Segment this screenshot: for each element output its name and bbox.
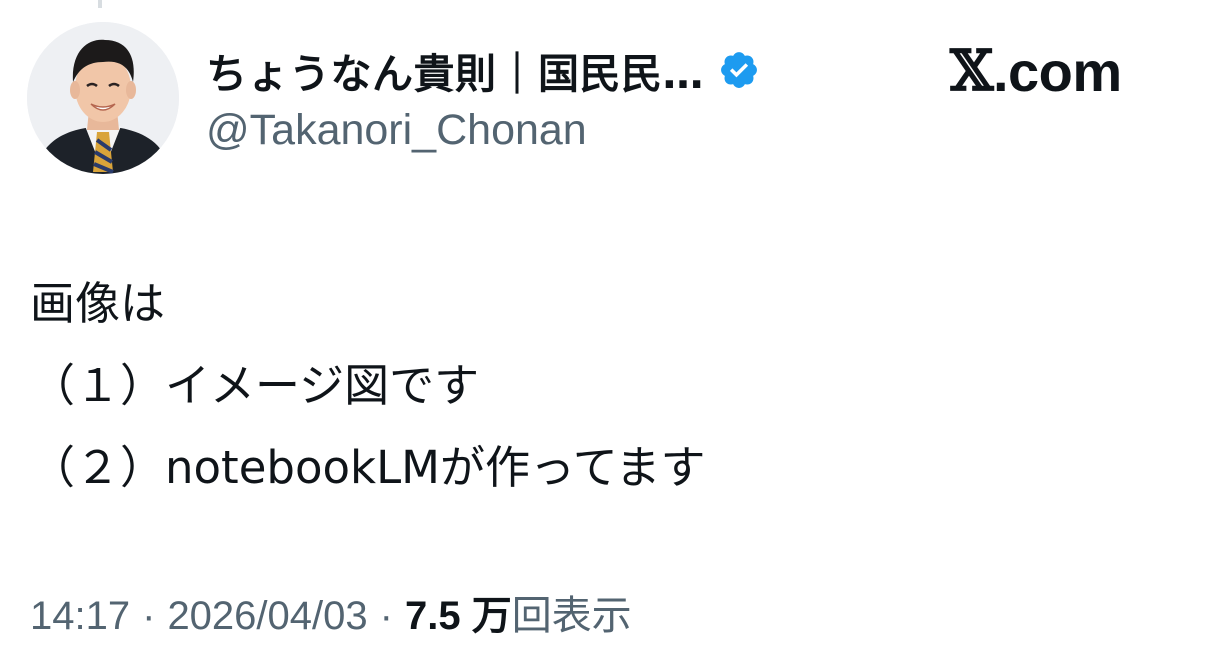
tweet-line: 画像は xyxy=(30,277,166,330)
tweet-line: （２）notebookLMが作ってます xyxy=(30,441,706,494)
author-name-row[interactable]: ちょうなん貴則｜国民民… xyxy=(206,40,760,100)
tweet-line: （１）イメージ図です xyxy=(30,359,480,412)
tweet-metadata: 14:17 · 2026/04/03 · 7.5 万 回表示 xyxy=(30,583,632,641)
author-avatar[interactable] xyxy=(27,22,179,174)
views-count: 7.5 万 xyxy=(404,594,512,638)
tweet-time[interactable]: 14:17 xyxy=(30,594,130,639)
top-edge-artifact xyxy=(98,0,102,8)
tweet-text: 画像は （１）イメージ図です （２）notebookLMが作ってます xyxy=(30,263,705,509)
brand-domain: .com xyxy=(992,39,1122,103)
profile-photo-avatar xyxy=(27,22,179,174)
verified-badge-icon xyxy=(718,49,760,91)
views-label: 回表示 xyxy=(511,593,632,639)
author-handle[interactable]: @Takanori_Chonan xyxy=(206,106,587,155)
separator-dot: · xyxy=(142,594,156,638)
author-display-name[interactable]: ちょうなん貴則｜国民民… xyxy=(206,40,704,100)
tweet-date[interactable]: 2026/04/03 xyxy=(167,594,367,639)
x-com-logo: 𝕏 .com xyxy=(950,38,1122,104)
x-logo-icon: 𝕏 xyxy=(950,38,993,104)
separator-dot: · xyxy=(379,594,393,638)
